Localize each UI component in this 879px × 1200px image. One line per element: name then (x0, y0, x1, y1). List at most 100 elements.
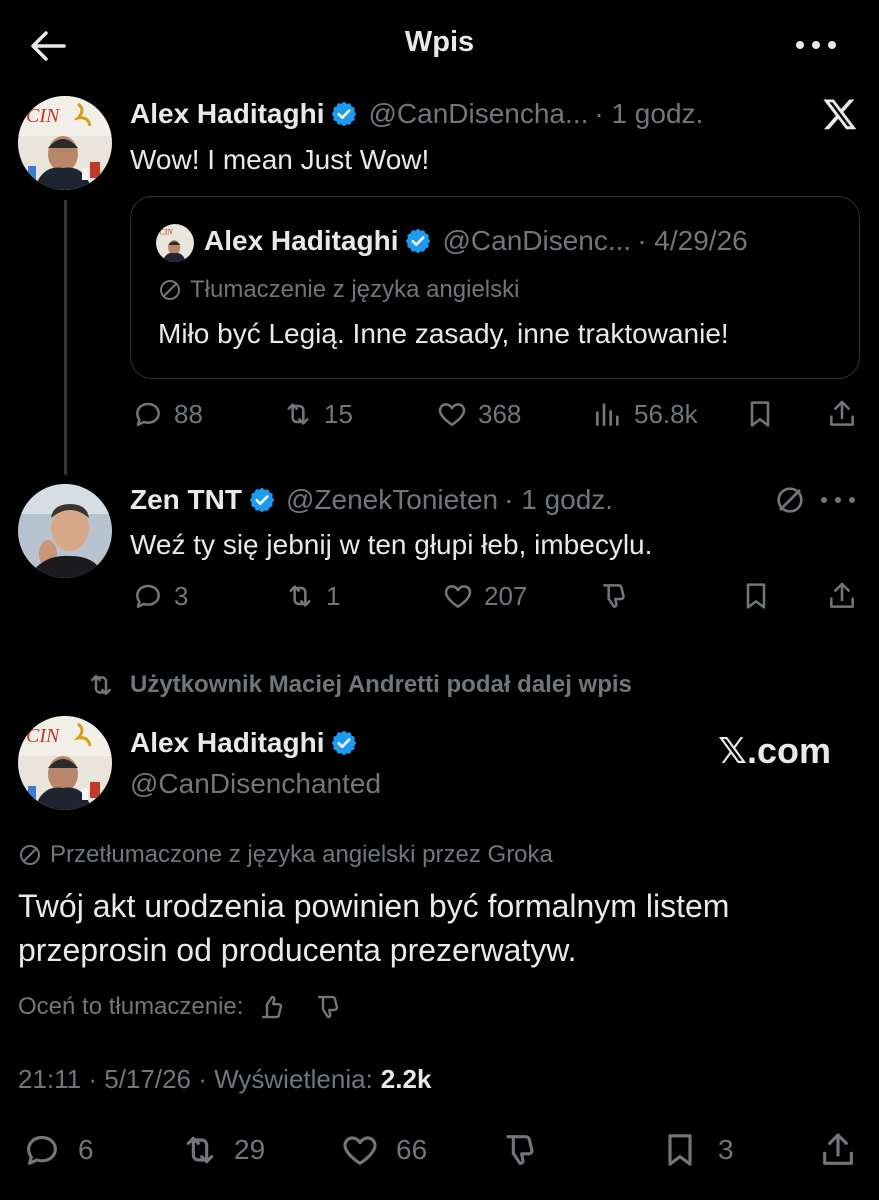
page-title: Wpis (404, 26, 475, 58)
avatar[interactable]: CIN (18, 96, 112, 190)
share-button[interactable] (826, 398, 858, 430)
rate-label: Oceń to tłumaczenie: (18, 993, 244, 1020)
reply-button[interactable]: 88 (132, 398, 203, 430)
author-handle[interactable]: @CanDisenchanted (130, 768, 381, 800)
bookmark-icon (668, 1134, 692, 1166)
repost-note[interactable]: Użytkownik Maciej Andretti podał dalej w… (86, 670, 632, 700)
avatar[interactable]: CIN (18, 716, 112, 810)
repost-count: 15 (324, 398, 353, 429)
views-count: 56.8k (634, 398, 698, 429)
author-name[interactable]: Alex Haditaghi (130, 727, 324, 759)
quote-avatar: CIN (156, 224, 194, 262)
share-icon (823, 1133, 853, 1165)
verified-badge-icon (248, 486, 276, 514)
reply-button[interactable]: 3 (132, 580, 188, 612)
tweet-text: Twój akt urodzenia powinien być formalny… (18, 888, 730, 968)
reply-icon (27, 1135, 57, 1165)
translation-label: Przetłumaczone z języka angielski przez … (50, 841, 553, 868)
quote-author-name: Alex Haditaghi (204, 225, 399, 256)
svg-text:CIN: CIN (26, 725, 61, 747)
reply-count: 88 (174, 398, 203, 429)
verified-badge-icon (330, 729, 358, 757)
thumbs-down-icon[interactable] (313, 992, 343, 1022)
like-button[interactable]: 368 (436, 398, 521, 430)
heart-icon (444, 585, 472, 608)
timestamp[interactable]: 21:11 · 5/17/26 · Wyświetlenia: (18, 1064, 373, 1095)
thread-line (64, 200, 67, 475)
more-options-icon[interactable] (792, 30, 840, 60)
share-button[interactable] (818, 1130, 858, 1170)
reply-icon (136, 402, 160, 426)
like-button[interactable]: 207 (442, 580, 527, 612)
repost-count: 1 (326, 580, 341, 611)
tweet-text: Weź ty się jebnij w ten głupi łeb, imbec… (130, 529, 653, 560)
verified-badge-icon (404, 227, 432, 255)
tweet-header: Alex Haditaghi (130, 727, 358, 759)
like-button[interactable]: 66 (338, 1130, 427, 1170)
repost-button[interactable]: 1 (284, 580, 340, 612)
translate-icon (158, 278, 182, 302)
repost-count: 29 (234, 1134, 266, 1165)
views-icon (596, 403, 619, 426)
quote-header: Alex Haditaghi @CanDisenc... · 4/29/26 (204, 225, 748, 257)
thumbs-down-icon (603, 584, 625, 608)
x-logo-icon (822, 96, 858, 132)
share-icon (830, 400, 854, 426)
reply-icon (136, 584, 160, 608)
author-name[interactable]: Zen TNT (130, 484, 242, 516)
svg-text:CIN: CIN (26, 105, 61, 127)
repost-icon (186, 1136, 214, 1164)
reply-count: 3 (174, 580, 189, 611)
tweet-time[interactable]: · 1 godz. (504, 484, 613, 516)
author-handle[interactable]: @ZenekTonieten (286, 484, 498, 516)
repost-button[interactable]: 29 (176, 1130, 265, 1170)
quote-date: · 4/29/26 (637, 225, 748, 256)
thumbs-down-icon (506, 1135, 534, 1165)
author-handle[interactable]: @CanDisencha... (368, 98, 588, 130)
dislike-button[interactable] (598, 580, 630, 612)
views-button[interactable]: 56.8k (592, 398, 698, 430)
translate-icon[interactable] (774, 484, 806, 516)
bookmark-count: 3 (718, 1134, 734, 1165)
view-count: 2.2k (380, 1064, 432, 1094)
rate-translation: Oceń to tłumaczenie: (18, 992, 343, 1022)
bookmark-button[interactable] (744, 398, 776, 430)
watermark-text: 𝕏.com (718, 730, 832, 771)
translation-note[interactable]: Przetłumaczone z języka angielski przez … (18, 841, 553, 869)
repost-icon (86, 670, 116, 700)
bookmark-icon (746, 583, 766, 609)
repost-button[interactable]: 15 (282, 398, 353, 430)
tweet-text: Wow! I mean Just Wow! (130, 144, 430, 175)
translate-icon (18, 843, 42, 867)
share-icon (830, 582, 854, 608)
dislike-button[interactable] (500, 1130, 540, 1170)
repost-label: Użytkownik Maciej Andretti podał dalej w… (130, 671, 632, 698)
quote-text: Miło być Legią. Inne zasady, inne trakto… (158, 318, 729, 349)
like-count: 368 (478, 398, 522, 429)
tweet-header: Alex Haditaghi @CanDisencha... · 1 godz. (130, 98, 703, 130)
more-options-icon[interactable] (818, 488, 858, 512)
quote-author-handle: @CanDisenc... (442, 225, 632, 256)
heart-icon (343, 1136, 377, 1165)
bookmark-button[interactable]: 3 (660, 1130, 734, 1170)
reply-count: 6 (78, 1134, 94, 1165)
tweet-header: Zen TNT @ZenekTonieten · 1 godz. (130, 484, 613, 516)
svg-text:CIN: CIN (159, 228, 173, 237)
avatar[interactable] (18, 484, 112, 578)
tweet-meta: 21:11 · 5/17/26 · Wyświetlenia: 2.2k (18, 1064, 431, 1095)
author-name[interactable]: Alex Haditaghi (130, 98, 324, 130)
tweet-time[interactable]: · 1 godz. (594, 98, 703, 130)
verified-badge-icon (330, 100, 358, 128)
bookmark-button[interactable] (740, 580, 772, 612)
translation-label: Tłumaczenie z języka angielski (190, 276, 520, 303)
repost-icon (289, 585, 311, 607)
thumbs-up-icon[interactable] (257, 992, 287, 1022)
repost-icon (287, 403, 309, 425)
reply-button[interactable]: 6 (22, 1130, 94, 1170)
like-count: 207 (484, 580, 528, 611)
translation-note[interactable]: Tłumaczenie z języka angielski (158, 276, 519, 304)
share-button[interactable] (826, 580, 858, 612)
like-count: 66 (396, 1134, 428, 1165)
heart-icon (438, 403, 466, 426)
bookmark-icon (750, 401, 770, 427)
